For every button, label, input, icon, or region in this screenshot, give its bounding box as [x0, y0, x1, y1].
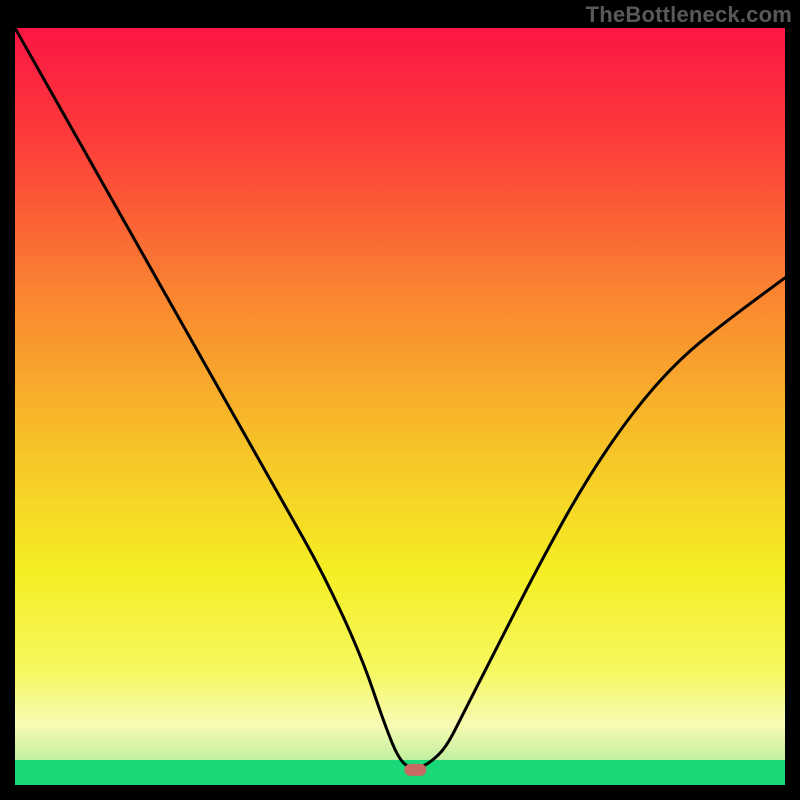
plot-area: [15, 28, 785, 785]
watermark-text: TheBottleneck.com: [586, 2, 792, 28]
gradient-background: [15, 28, 785, 785]
optimal-band: [15, 760, 785, 785]
bottleneck-chart: [15, 28, 785, 785]
current-position-marker: [404, 764, 426, 776]
chart-frame: TheBottleneck.com: [0, 0, 800, 800]
